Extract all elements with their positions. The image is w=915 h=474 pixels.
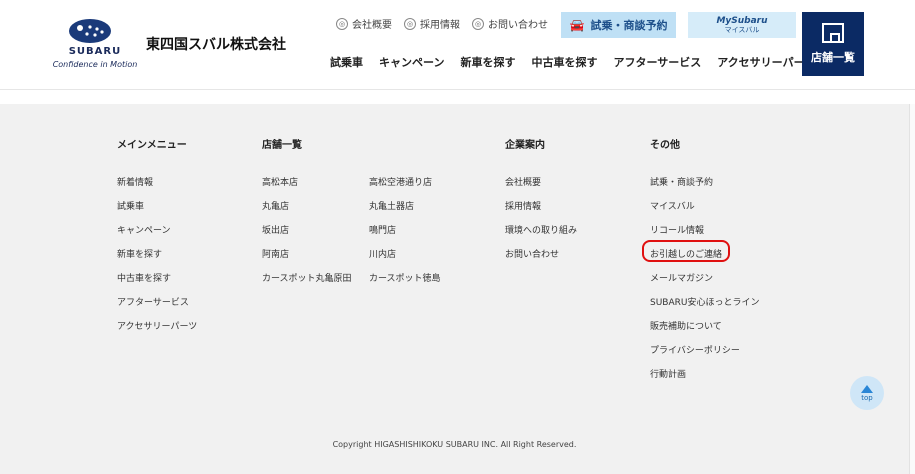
footer-link-mail-magazine[interactable]: メールマガジン [650,271,713,284]
footer-link-campaign[interactable]: キャンペーン [117,223,171,236]
utility-nav: ◎ 会社概要 ◎ 採用情報 ◎ お問い合わせ [336,16,548,31]
car-icon: 🚘 [569,18,585,32]
footer-link-store[interactable]: 丸亀土器店 [369,199,414,212]
footer-link-test-drive-booking[interactable]: 試乗・商談予約 [650,175,713,188]
footer-link-sales-support[interactable]: 販売補助について [650,319,722,332]
footer-link-action-plan[interactable]: 行動計画 [650,367,686,380]
footer-link-recruit[interactable]: 採用情報 [505,199,541,212]
footer-link-my-subaru[interactable]: マイスバル [650,199,695,212]
footer-link-environment[interactable]: 環境への取り組み [505,223,577,236]
footer-link-privacy-policy[interactable]: プライバシーポリシー [650,343,740,356]
arrow-up-icon [861,384,873,393]
nav-after-service[interactable]: アフターサービス [613,54,701,70]
util-recruit-link[interactable]: ◎ 採用情報 [404,16,460,31]
footer-link-test-cars[interactable]: 試乗車 [117,199,144,212]
brand-name: SUBARU [68,46,122,57]
nav-accessory-parts[interactable]: アクセサリーパーツ [717,54,815,70]
nav-test-cars[interactable]: 試乗車 [330,54,363,70]
footer-link-recall[interactable]: リコール情報 [650,223,704,236]
footer-link-store[interactable]: 川内店 [369,247,396,260]
nav-used-cars[interactable]: 中古車を探す [531,54,597,70]
footer-link-store[interactable]: 丸亀店 [262,199,289,212]
footer-link-new-cars[interactable]: 新車を探す [117,247,162,260]
footer-link-used-cars[interactable]: 中古車を探す [117,271,171,284]
back-to-top-button[interactable]: top [850,376,884,410]
nav-new-cars[interactable]: 新車を探す [460,54,515,70]
info-icon: ◎ [336,17,348,30]
footer-link-store[interactable]: 坂出店 [262,223,289,236]
scrollbar[interactable] [909,104,915,474]
test-drive-button[interactable]: 🚘 試乗・商談予約 [561,12,676,38]
highlight-annotation [642,240,730,262]
footer-heading-main-menu: メインメニュー [117,140,187,151]
store-list-button[interactable]: 店舗一覧 [802,12,864,76]
copyright: Copyright HIGASHISHIKOKU SUBARU INC. All… [332,440,577,449]
footer-heading-stores: 店舗一覧 [262,140,302,151]
footer-link-store[interactable]: 高松空港通り店 [369,175,432,188]
footer-link-hotline[interactable]: SUBARU安心ほっとライン [650,295,759,308]
footer-heading-other: その他 [650,140,680,151]
footer-link-news[interactable]: 新着情報 [117,175,153,188]
my-subaru-button[interactable]: MySubaru マイスバル [688,12,796,38]
footer-link-store[interactable]: カースポット丸亀原田 [262,271,352,284]
subaru-logo[interactable]: SUBARU Confidence in Motion [50,18,140,72]
util-company-link[interactable]: ◎ 会社概要 [336,16,392,31]
site-footer [0,104,909,474]
footer-link-store[interactable]: 鳴門店 [369,223,396,236]
footer-link-company-profile[interactable]: 会社概要 [505,175,541,188]
footer-link-contact[interactable]: お問い合わせ [505,247,559,260]
recruit-icon: ◎ [404,17,416,30]
main-nav: 試乗車 キャンペーン 新車を探す 中古車を探す アフターサービス アクセサリーパ… [330,54,815,70]
contact-icon: ◎ [472,17,484,30]
brand-tagline: Confidence in Motion [52,60,138,69]
header-divider [0,89,915,90]
footer-link-accessory-parts[interactable]: アクセサリーパーツ [117,319,197,332]
footer-link-store[interactable]: 高松本店 [262,175,298,188]
store-icon [822,23,844,43]
footer-link-after-service[interactable]: アフターサービス [117,295,189,308]
footer-heading-company: 企業案内 [505,140,545,151]
site-header: SUBARU Confidence in Motion 東四国スバル株式会社 ◎… [0,0,915,90]
pleiades-logo-icon [69,19,111,43]
footer-link-store[interactable]: 阿南店 [262,247,289,260]
nav-campaign[interactable]: キャンペーン [379,54,444,70]
util-contact-link[interactable]: ◎ お問い合わせ [472,16,548,31]
footer-link-store[interactable]: カースポット徳島 [369,271,441,284]
company-name[interactable]: 東四国スバル株式会社 [146,34,286,54]
